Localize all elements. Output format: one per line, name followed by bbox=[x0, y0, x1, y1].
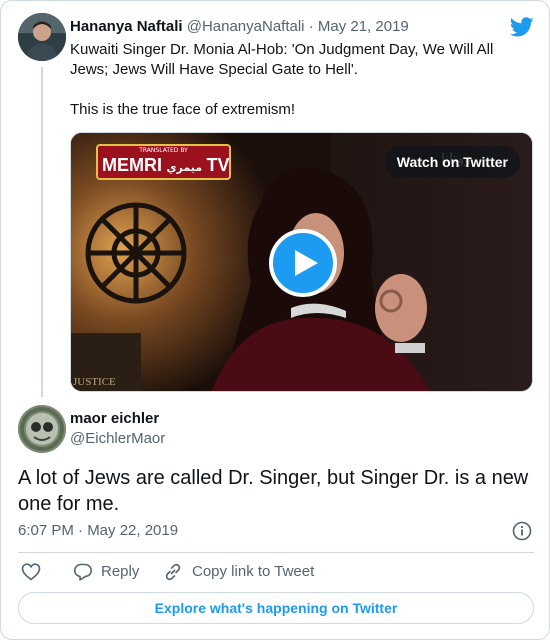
quoted-author-handle[interactable]: @HananyaNaftali bbox=[187, 18, 305, 35]
thread-connector-line bbox=[41, 67, 43, 397]
explore-twitter-button[interactable]: Explore what's happening on Twitter bbox=[18, 592, 534, 624]
reply-icon bbox=[74, 563, 92, 581]
like-button[interactable] bbox=[21, 561, 43, 583]
memri-tv-logo: TRANSLATED BY MEMRI ميمري TV bbox=[96, 144, 231, 180]
author-handle[interactable]: @EichlerMaor bbox=[70, 429, 165, 449]
header-separator: · bbox=[308, 18, 314, 35]
logo-arabic: ميمري bbox=[166, 161, 203, 174]
quoted-text-line2: This is the true face of extremism! bbox=[70, 101, 296, 118]
quoted-tweet-date[interactable]: May 21, 2019 bbox=[318, 18, 409, 35]
avatar-hananya[interactable] bbox=[18, 13, 66, 61]
heart-icon bbox=[21, 563, 41, 581]
quoted-tweet-header: Hananya Naftali @HananyaNaftali · May 21… bbox=[70, 17, 409, 37]
play-icon bbox=[295, 250, 318, 276]
quoted-tweet-text: Kuwaiti Singer Dr. Monia Al-Hob: 'On Jud… bbox=[70, 40, 525, 120]
tweet-text: A lot of Jews are called Dr. Singer, but… bbox=[18, 467, 529, 515]
info-icon[interactable] bbox=[512, 521, 532, 541]
embedded-tweet-card: Hananya Naftali @HananyaNaftali · May 21… bbox=[0, 0, 550, 640]
reply-label: Reply bbox=[101, 563, 140, 580]
copy-link-button[interactable]: Copy link to Tweet bbox=[163, 561, 314, 583]
logo-memri: MEMRI bbox=[102, 155, 162, 175]
tweet-timestamp[interactable]: 6:07 PM · May 22, 2019 bbox=[18, 521, 178, 541]
actions-divider bbox=[18, 552, 534, 553]
quoted-author-name[interactable]: Hananya Naftali bbox=[70, 18, 183, 35]
logo-tv: TV bbox=[206, 155, 230, 175]
watch-on-twitter-button[interactable]: Watch on Twitter bbox=[384, 146, 520, 178]
video-thumbnail[interactable]: روتانا TRANSLATED BY MEMRI ميمري TV Watc… bbox=[70, 132, 533, 392]
play-button[interactable] bbox=[269, 229, 337, 297]
link-icon bbox=[165, 563, 181, 581]
author-name[interactable]: maor eichler bbox=[70, 409, 165, 429]
avatar-maor[interactable] bbox=[18, 405, 66, 453]
reply-button[interactable]: Reply bbox=[73, 561, 139, 583]
copy-link-label: Copy link to Tweet bbox=[192, 563, 315, 580]
quoted-text-line1: Kuwaiti Singer Dr. Monia Al-Hob: 'On Jud… bbox=[70, 41, 494, 78]
tweet-author: maor eichler @EichlerMaor bbox=[70, 409, 165, 449]
justice-watermark: JUSTICE bbox=[73, 376, 116, 388]
twitter-bird-icon[interactable] bbox=[509, 15, 534, 39]
